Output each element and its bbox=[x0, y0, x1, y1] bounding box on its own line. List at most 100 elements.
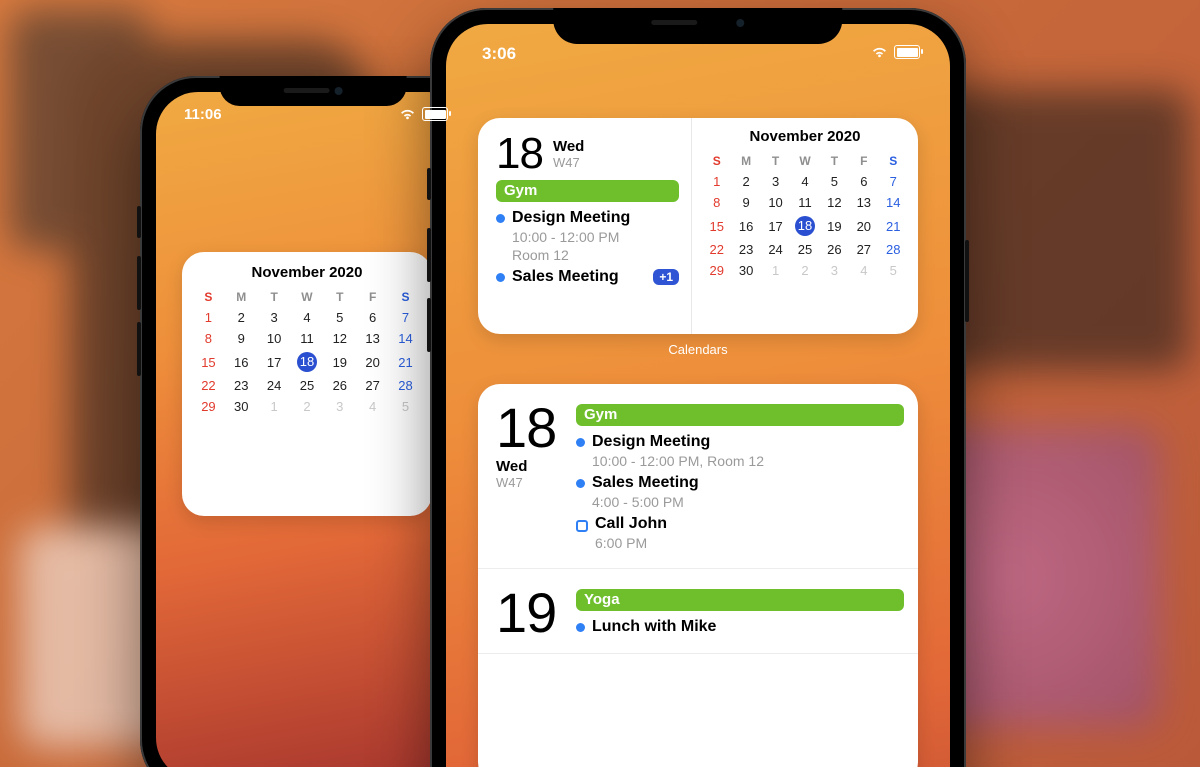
day-cell[interactable]: 14 bbox=[389, 328, 422, 349]
event-row[interactable]: Design Meeting10:00 - 12:00 PM, Room 12 bbox=[576, 432, 904, 470]
widget-label: Calendars bbox=[446, 342, 950, 357]
day-cell[interactable]: 12 bbox=[323, 328, 356, 349]
day-cell[interactable]: 26 bbox=[323, 375, 356, 396]
day-cell[interactable]: 22 bbox=[702, 239, 731, 260]
day-cell[interactable]: 22 bbox=[192, 375, 225, 396]
day-cell[interactable]: 26 bbox=[820, 239, 849, 260]
day-cell[interactable]: 18 bbox=[790, 213, 819, 239]
day-cell[interactable]: 18 bbox=[291, 349, 324, 375]
day-cell[interactable]: 4 bbox=[790, 171, 819, 192]
day-cell[interactable]: 10 bbox=[258, 328, 291, 349]
day-cell[interactable]: 21 bbox=[389, 349, 422, 375]
day-cell[interactable]: 8 bbox=[192, 328, 225, 349]
day-cell[interactable]: 5 bbox=[323, 307, 356, 328]
event-time: 10:00 - 12:00 PM bbox=[512, 228, 679, 246]
day-cell[interactable]: 11 bbox=[291, 328, 324, 349]
day-cell[interactable]: 2 bbox=[790, 260, 819, 281]
today-month-widget-medium[interactable]: 18 Wed W47 Gym Design Meeting 10:00 - 12… bbox=[478, 118, 918, 334]
day-cell[interactable]: 1 bbox=[192, 307, 225, 328]
day-cell[interactable]: 25 bbox=[291, 375, 324, 396]
day-cell[interactable]: 21 bbox=[879, 213, 908, 239]
day-cell[interactable]: 12 bbox=[820, 192, 849, 213]
day-cell[interactable]: 3 bbox=[258, 307, 291, 328]
day-cell[interactable]: 20 bbox=[356, 349, 389, 375]
day-cell[interactable]: 6 bbox=[849, 171, 878, 192]
status-time: 3:06 bbox=[482, 44, 516, 64]
day-cell[interactable]: 2 bbox=[225, 307, 258, 328]
day-cell[interactable]: 17 bbox=[258, 349, 291, 375]
day-cell[interactable]: 28 bbox=[879, 239, 908, 260]
day-cell[interactable]: 5 bbox=[389, 396, 422, 417]
day-cell[interactable]: 4 bbox=[356, 396, 389, 417]
agenda-day: 19Yoga Lunch with Mike bbox=[478, 569, 918, 654]
day-cell[interactable]: 13 bbox=[356, 328, 389, 349]
day-cell[interactable]: 17 bbox=[761, 213, 790, 239]
day-cell[interactable]: 8 bbox=[702, 192, 731, 213]
day-cell[interactable]: 4 bbox=[849, 260, 878, 281]
day-cell[interactable]: 16 bbox=[731, 213, 760, 239]
day-cell[interactable]: 2 bbox=[291, 396, 324, 417]
day-cell[interactable]: 5 bbox=[879, 260, 908, 281]
day-cell[interactable]: 2 bbox=[731, 171, 760, 192]
event-title: Design Meeting bbox=[592, 432, 904, 452]
day-cell[interactable]: 25 bbox=[790, 239, 819, 260]
day-cell[interactable]: 15 bbox=[702, 213, 731, 239]
event-row[interactable]: Sales Meeting +1 bbox=[496, 267, 679, 287]
day-cell[interactable]: 13 bbox=[849, 192, 878, 213]
event-row[interactable]: Lunch with Mike bbox=[576, 617, 904, 637]
day-cell[interactable]: 27 bbox=[849, 239, 878, 260]
agenda-widget-large[interactable]: 18WedW47GymDesign Meeting10:00 - 12:00 P… bbox=[478, 384, 918, 767]
day-cell[interactable]: 20 bbox=[849, 213, 878, 239]
day-cell[interactable]: 1 bbox=[258, 396, 291, 417]
day-cell[interactable]: 23 bbox=[731, 239, 760, 260]
day-cell[interactable]: 23 bbox=[225, 375, 258, 396]
day-cell[interactable]: 3 bbox=[761, 171, 790, 192]
day-number: 19 bbox=[496, 585, 576, 641]
day-cell[interactable]: 28 bbox=[389, 375, 422, 396]
day-cell[interactable]: 7 bbox=[389, 307, 422, 328]
day-cell[interactable]: 30 bbox=[225, 396, 258, 417]
day-cell[interactable]: 19 bbox=[820, 213, 849, 239]
day-cell[interactable]: 19 bbox=[323, 349, 356, 375]
allday-event[interactable]: Gym bbox=[576, 404, 904, 426]
status-time: 11:06 bbox=[184, 106, 222, 123]
allday-event[interactable]: Gym bbox=[496, 180, 679, 202]
day-cell[interactable]: 6 bbox=[356, 307, 389, 328]
agenda-day: 18WedW47GymDesign Meeting10:00 - 12:00 P… bbox=[478, 384, 918, 569]
day-cell[interactable]: 16 bbox=[225, 349, 258, 375]
task-checkbox-icon[interactable] bbox=[576, 520, 588, 532]
day-cell[interactable]: 3 bbox=[820, 260, 849, 281]
event-dot-icon bbox=[576, 479, 585, 488]
day-cell[interactable]: 4 bbox=[291, 307, 324, 328]
event-row[interactable]: Sales Meeting4:00 - 5:00 PM bbox=[576, 473, 904, 511]
event-row[interactable]: Design Meeting 10:00 - 12:00 PM Room 12 bbox=[496, 208, 679, 264]
day-cell[interactable]: 3 bbox=[323, 396, 356, 417]
day-cell[interactable]: 30 bbox=[731, 260, 760, 281]
day-cell[interactable]: 1 bbox=[702, 171, 731, 192]
event-row[interactable]: Call John6:00 PM bbox=[576, 514, 904, 552]
day-cell[interactable]: 11 bbox=[790, 192, 819, 213]
dow-header: M bbox=[731, 151, 760, 171]
day-cell[interactable]: 9 bbox=[731, 192, 760, 213]
day-cell[interactable]: 9 bbox=[225, 328, 258, 349]
event-title: Sales Meeting bbox=[512, 267, 646, 287]
day-cell[interactable]: 24 bbox=[761, 239, 790, 260]
month-widget-small[interactable]: November 2020 SMTWTFS1234567891011121314… bbox=[182, 252, 432, 516]
event-title: Design Meeting bbox=[512, 208, 679, 228]
day-cell[interactable]: 29 bbox=[192, 396, 225, 417]
dow-header: S bbox=[192, 287, 225, 307]
day-cell[interactable]: 14 bbox=[879, 192, 908, 213]
day-cell[interactable]: 10 bbox=[761, 192, 790, 213]
day-cell[interactable]: 1 bbox=[761, 260, 790, 281]
allday-event[interactable]: Yoga bbox=[576, 589, 904, 611]
day-cell[interactable]: 24 bbox=[258, 375, 291, 396]
more-events-badge[interactable]: +1 bbox=[653, 269, 679, 285]
day-cell[interactable]: 5 bbox=[820, 171, 849, 192]
event-dot-icon bbox=[496, 214, 505, 223]
event-title: Sales Meeting bbox=[592, 473, 904, 493]
day-cell[interactable]: 15 bbox=[192, 349, 225, 375]
day-cell[interactable]: 7 bbox=[879, 171, 908, 192]
day-cell[interactable]: 29 bbox=[702, 260, 731, 281]
weekday-label: Wed bbox=[553, 138, 584, 155]
day-cell[interactable]: 27 bbox=[356, 375, 389, 396]
